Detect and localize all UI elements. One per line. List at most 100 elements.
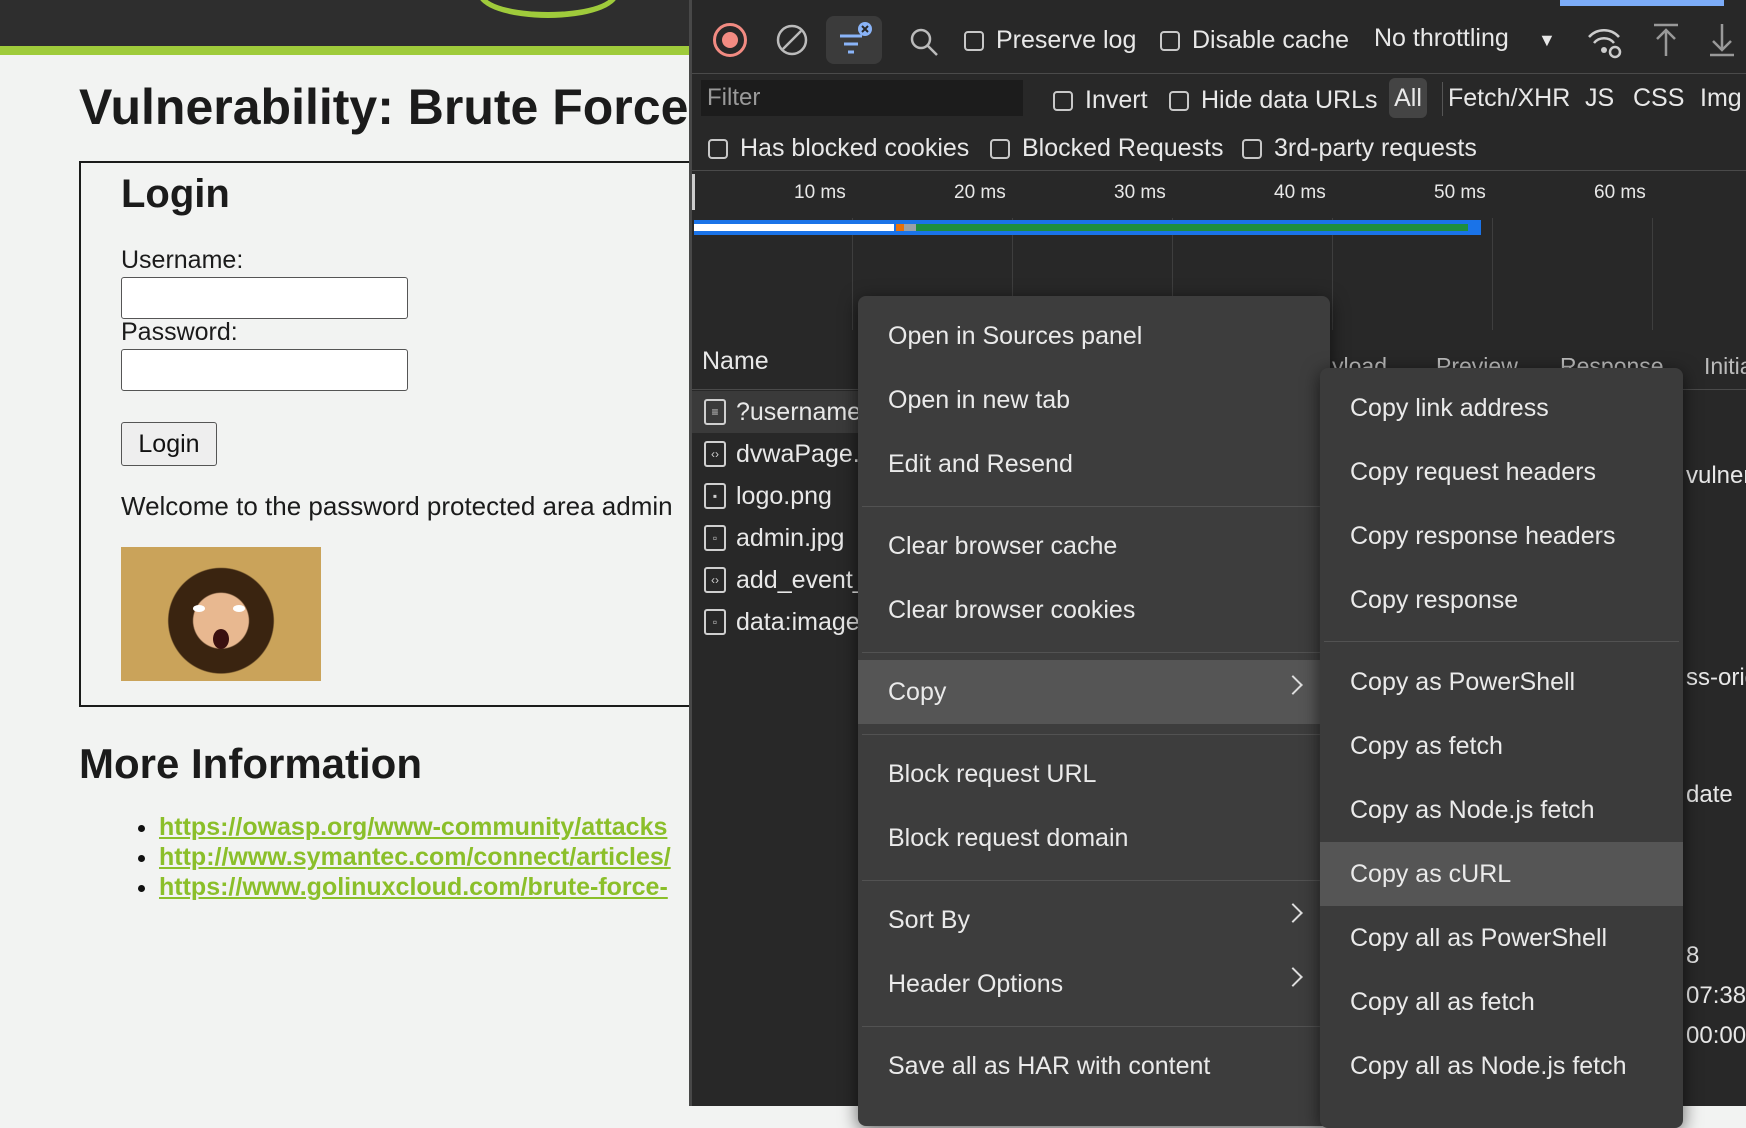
username-label: Username: (121, 246, 244, 274)
menu-item-copy-link-address[interactable]: Copy link address (1320, 376, 1683, 440)
export-har-icon[interactable] (1702, 20, 1742, 60)
info-link[interactable]: http://www.symantec.com/connect/articles… (159, 843, 671, 871)
menu-item-copy-as-powershell[interactable]: Copy as PowerShell (1320, 650, 1683, 714)
preserve-log-label: Preserve log (996, 26, 1137, 54)
initiator-tab[interactable]: Initia (1704, 353, 1746, 380)
photo-eye (233, 605, 245, 612)
network-conditions-icon[interactable] (1584, 22, 1624, 62)
import-har-icon[interactable] (1646, 20, 1686, 60)
timeline-tick: 40 ms (1274, 182, 1326, 203)
welcome-message: Welcome to the password protected area a… (121, 491, 673, 521)
filter-input[interactable]: Filter (701, 80, 1023, 116)
record-icon[interactable] (710, 20, 750, 60)
menu-item-save-har[interactable]: Save all as HAR with content (858, 1034, 1330, 1098)
document-icon: ≡ (704, 399, 726, 425)
request-row[interactable]: ≡ ?username (692, 391, 872, 433)
request-row[interactable]: ‹› add_event_ (692, 559, 872, 601)
menu-item-copy-response-headers[interactable]: Copy response headers (1320, 504, 1683, 568)
disable-cache-label: Disable cache (1192, 26, 1350, 54)
request-row[interactable]: ▫ data:image (692, 601, 872, 643)
menu-item-copy-response[interactable]: Copy response (1320, 568, 1683, 632)
invert-checkbox[interactable]: Invert (1053, 86, 1148, 115)
timeline-tick: 50 ms (1434, 182, 1486, 203)
filter-icon[interactable] (826, 16, 882, 64)
filter-all-button[interactable]: All (1389, 78, 1427, 118)
invert-label: Invert (1085, 86, 1148, 114)
menu-item-block-url[interactable]: Block request URL (858, 742, 1330, 806)
username-input[interactable] (121, 277, 408, 319)
divider (1442, 82, 1443, 116)
info-link[interactable]: https://www.golinuxcloud.com/brute-force… (159, 873, 668, 901)
details-fragment: 07:38 ( (1686, 982, 1746, 1009)
third-party-label: 3rd-party requests (1274, 134, 1477, 162)
network-toolbar: Preserve log Disable cache No throttling… (692, 0, 1746, 74)
search-icon[interactable] (904, 22, 944, 62)
timeline-bar-segment (904, 224, 916, 231)
menu-item-sort-by[interactable]: Sort By (858, 888, 1330, 952)
timeline-tick: 60 ms (1594, 182, 1646, 203)
script-icon: ‹› (704, 441, 726, 467)
menu-item-copy-request-headers[interactable]: Copy request headers (1320, 440, 1683, 504)
request-name: ?username (736, 397, 862, 426)
page-title: Vulnerability: Brute Force (79, 79, 689, 135)
chevron-down-icon[interactable]: ▼ (1538, 30, 1556, 51)
image-icon: ▫ (704, 525, 726, 551)
menu-item-copy-all-as-fetch[interactable]: Copy all as fetch (1320, 970, 1683, 1034)
menu-item-copy-as-curl[interactable]: Copy as cURL (1320, 842, 1683, 906)
throttling-select[interactable]: No throttling (1374, 24, 1509, 53)
name-column-header[interactable]: Name (702, 347, 769, 376)
clear-icon[interactable] (772, 20, 812, 60)
menu-item-open-in-sources[interactable]: Open in Sources panel (858, 304, 1330, 368)
menu-item-edit-and-resend[interactable]: Edit and Resend (858, 432, 1330, 496)
timeline-bar-segment (896, 224, 904, 231)
list-item: http://www.symantec.com/connect/articles… (159, 842, 671, 872)
request-row[interactable]: ▫ admin.jpg (692, 517, 872, 559)
blocked-requests-checkbox[interactable]: Blocked Requests (990, 134, 1224, 163)
filter-css-button[interactable]: CSS (1633, 84, 1684, 113)
menu-item-copy-as-nodejs-fetch[interactable]: Copy as Node.js fetch (1320, 778, 1683, 842)
details-fragment: 00:00 ( (1686, 1022, 1746, 1049)
request-row[interactable]: ‹› dvwaPage. (692, 433, 872, 475)
password-input[interactable] (121, 349, 408, 391)
list-item: https://owasp.org/www-community/attacks (159, 812, 671, 842)
menu-item-block-domain[interactable]: Block request domain (858, 806, 1330, 870)
blocked-cookies-checkbox[interactable]: Has blocked cookies (708, 134, 969, 163)
menu-item-copy-all-as-nodejs-fetch[interactable]: Copy all as Node.js fetch (1320, 1034, 1683, 1098)
menu-item-copy-all-as-powershell[interactable]: Copy all as PowerShell (1320, 906, 1683, 970)
third-party-checkbox[interactable]: 3rd-party requests (1242, 134, 1477, 163)
copy-submenu: Copy link address Copy request headers C… (1320, 368, 1683, 1128)
request-name: logo.png (736, 481, 832, 510)
filter-row-2: Has blocked cookies Blocked Requests 3rd… (692, 124, 1746, 171)
hide-data-urls-checkbox[interactable]: Hide data URLs (1169, 86, 1377, 115)
filter-fetch-xhr-button[interactable]: Fetch/XHR (1448, 84, 1570, 113)
script-icon: ‹› (704, 567, 726, 593)
preserve-log-checkbox[interactable]: Preserve log (964, 26, 1136, 55)
timeline-bar-segment (916, 224, 1468, 231)
request-name: admin.jpg (736, 523, 845, 552)
menu-item-sort-by-label: Sort By (888, 905, 970, 934)
menu-item-open-in-new-tab[interactable]: Open in new tab (858, 368, 1330, 432)
password-label: Password: (121, 318, 238, 346)
details-fragment: 8 (1686, 942, 1700, 969)
filter-img-button[interactable]: Img (1700, 84, 1742, 113)
login-button[interactable]: Login (121, 422, 217, 466)
menu-item-clear-cookies[interactable]: Clear browser cookies (858, 578, 1330, 642)
request-name: dvwaPage. (736, 439, 860, 468)
photo-mouth (213, 629, 229, 649)
menu-item-copy[interactable]: Copy (858, 660, 1330, 724)
timeline-bar-segment (694, 224, 894, 231)
list-item: https://www.golinuxcloud.com/brute-force… (159, 872, 671, 902)
info-link[interactable]: https://owasp.org/www-community/attacks (159, 813, 667, 841)
request-row[interactable]: ▪ logo.png (692, 475, 872, 517)
menu-item-header-options[interactable]: Header Options (858, 952, 1330, 1016)
chevron-right-icon (1283, 967, 1303, 987)
header-accent-line (0, 46, 690, 55)
timeline-tick: 30 ms (1114, 182, 1166, 203)
disable-cache-checkbox[interactable]: Disable cache (1160, 26, 1349, 55)
chevron-right-icon (1283, 903, 1303, 923)
more-info-heading: More Information (79, 740, 422, 787)
filter-js-button[interactable]: JS (1585, 84, 1614, 113)
menu-item-clear-cache[interactable]: Clear browser cache (858, 514, 1330, 578)
details-fragment: vulner (1686, 462, 1746, 489)
menu-item-copy-as-fetch[interactable]: Copy as fetch (1320, 714, 1683, 778)
